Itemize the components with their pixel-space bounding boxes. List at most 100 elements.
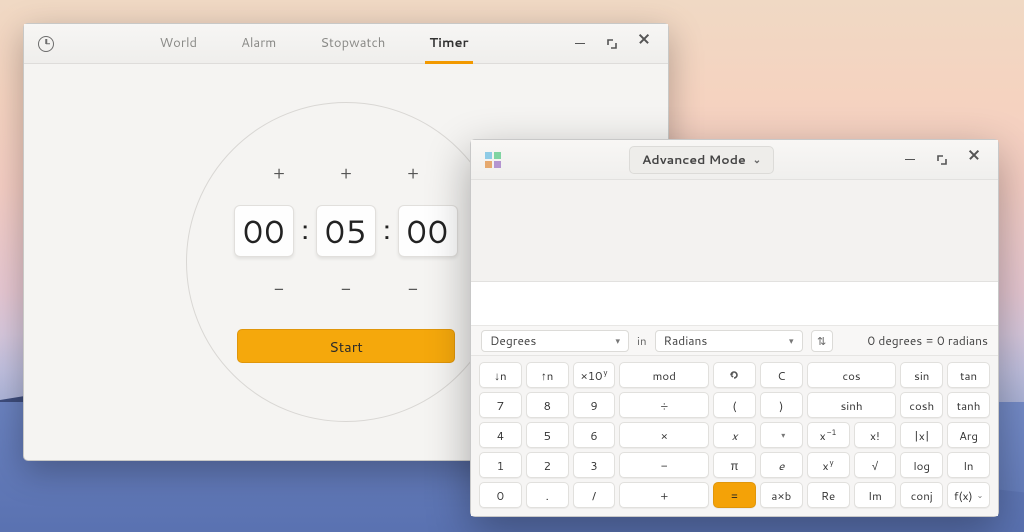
chevron-down-icon: ⌄ [753, 153, 761, 167]
key-slash[interactable]: / [573, 482, 616, 508]
calculator-close-button[interactable] [962, 148, 986, 172]
key-decimal[interactable]: . [526, 482, 569, 508]
unit-conversion-row: Degrees ▾ in Radians ▾ ⇅ 0 degrees = 0 r… [471, 326, 998, 356]
colon-icon: : [298, 209, 312, 253]
key-tan[interactable]: tan [947, 362, 990, 388]
seconds-plus-button[interactable]: + [403, 161, 423, 185]
timer-decrement-row: − − − [269, 277, 423, 301]
convert-to-select[interactable]: Radians ▾ [655, 330, 803, 352]
key-lparen[interactable]: ( [713, 392, 756, 418]
calculator-keypad: ↓n ↑n ×10y mod C cos sin tan 7 8 9 ÷ ( )… [471, 356, 998, 516]
calculator-titlebar: Advanced Mode ⌄ [471, 140, 998, 180]
key-power[interactable]: xy [807, 452, 850, 478]
key-re[interactable]: Re [807, 482, 850, 508]
swap-units-button[interactable]: ⇅ [811, 330, 833, 352]
key-rparen[interactable]: ) [760, 392, 803, 418]
key-multiply[interactable]: × [619, 422, 709, 448]
convert-from-select[interactable]: Degrees ▾ [481, 330, 629, 352]
key-3[interactable]: 3 [573, 452, 616, 478]
key-im[interactable]: Im [854, 482, 897, 508]
clocks-titlebar: World Alarm Stopwatch Timer [24, 24, 668, 64]
clocks-minimize-button[interactable] [568, 32, 592, 56]
chevron-down-icon: ▾ [781, 429, 785, 441]
tab-alarm[interactable]: Alarm [237, 24, 280, 64]
key-0[interactable]: 0 [479, 482, 522, 508]
key-mod[interactable]: mod [619, 362, 709, 388]
minutes-plus-button[interactable]: + [336, 161, 356, 185]
key-cos[interactable]: cos [807, 362, 897, 388]
key-clear[interactable]: C [760, 362, 803, 388]
key-sinh[interactable]: sinh [807, 392, 897, 418]
clock-icon [38, 36, 54, 52]
key-6[interactable]: 6 [573, 422, 616, 448]
key-9[interactable]: 9 [573, 392, 616, 418]
key-sin[interactable]: sin [900, 362, 943, 388]
key-pi[interactable]: π [713, 452, 756, 478]
clocks-close-button[interactable] [632, 32, 656, 56]
seconds-field[interactable]: 00 [398, 205, 458, 257]
minutes-minus-button[interactable]: − [336, 277, 356, 301]
key-minus[interactable]: − [619, 452, 709, 478]
key-x[interactable]: x [713, 422, 756, 448]
key-7[interactable]: 7 [479, 392, 522, 418]
key-reciprocal[interactable]: x−1 [807, 422, 850, 448]
key-1[interactable]: 1 [479, 452, 522, 478]
mode-selector-label: Advanced Mode [642, 151, 746, 169]
key-plus[interactable]: + [619, 482, 709, 508]
calculator-history-display [471, 180, 998, 282]
chevron-down-icon: ▾ [789, 334, 794, 347]
minutes-field[interactable]: 05 [316, 205, 376, 257]
colon-icon: : [380, 209, 394, 253]
key-abs[interactable]: |x| [900, 422, 943, 448]
key-2[interactable]: 2 [526, 452, 569, 478]
key-ln[interactable]: ln [947, 452, 990, 478]
key-equals[interactable]: = [713, 482, 756, 508]
calculator-maximize-button[interactable] [930, 148, 954, 172]
key-sqrt[interactable]: √ [854, 452, 897, 478]
hours-plus-button[interactable]: + [269, 161, 289, 185]
key-factorial[interactable]: x! [854, 422, 897, 448]
key-a-times-b[interactable]: a×b [760, 482, 803, 508]
key-memory-dropdown[interactable]: ▾ [760, 422, 803, 448]
swap-icon: ⇅ [817, 333, 826, 349]
clocks-tabs: World Alarm Stopwatch Timer [66, 24, 562, 63]
key-4[interactable]: 4 [479, 422, 522, 448]
mode-selector[interactable]: Advanced Mode ⌄ [629, 146, 774, 174]
calculator-window: Advanced Mode ⌄ Degrees ▾ in Radians ▾ ⇅… [470, 139, 999, 517]
tab-timer[interactable]: Timer [425, 24, 472, 64]
hours-field[interactable]: 00 [234, 205, 294, 257]
conversion-result: 0 degrees = 0 radians [867, 332, 988, 349]
conversion-in-label: in [637, 332, 647, 349]
calculator-window-controls [892, 148, 992, 172]
start-button[interactable]: Start [237, 329, 455, 363]
clocks-window-controls [562, 32, 662, 56]
key-shift-down-n[interactable]: ↓n [479, 362, 522, 388]
calculator-entry-field[interactable] [471, 282, 998, 326]
timer-increment-row: + + + [269, 161, 423, 185]
key-times-10-y[interactable]: ×10y [573, 362, 616, 388]
key-shift-up-n[interactable]: ↑n [526, 362, 569, 388]
chevron-down-icon: ▾ [615, 334, 620, 347]
key-cosh[interactable]: cosh [900, 392, 943, 418]
convert-from-label: Degrees [490, 332, 536, 349]
calculator-minimize-button[interactable] [898, 148, 922, 172]
timer-controls: + + + 00 : 05 : 00 − − − Start [234, 161, 458, 363]
key-conj[interactable]: conj [900, 482, 943, 508]
key-divide[interactable]: ÷ [619, 392, 709, 418]
timer-digits: 00 : 05 : 00 [234, 205, 458, 257]
key-log[interactable]: log [900, 452, 943, 478]
key-undo[interactable] [713, 362, 756, 388]
clocks-maximize-button[interactable] [600, 32, 624, 56]
key-fx-dropdown[interactable]: f(x)⌄ [947, 482, 990, 508]
seconds-minus-button[interactable]: − [403, 277, 423, 301]
hours-minus-button[interactable]: − [269, 277, 289, 301]
tab-world[interactable]: World [155, 24, 201, 64]
tab-stopwatch[interactable]: Stopwatch [316, 24, 389, 64]
undo-icon [728, 369, 740, 381]
key-tanh[interactable]: tanh [947, 392, 990, 418]
key-8[interactable]: 8 [526, 392, 569, 418]
key-5[interactable]: 5 [526, 422, 569, 448]
chevron-down-icon: ⌄ [977, 489, 984, 501]
key-arg[interactable]: Arg [947, 422, 990, 448]
key-e[interactable]: e [760, 452, 803, 478]
